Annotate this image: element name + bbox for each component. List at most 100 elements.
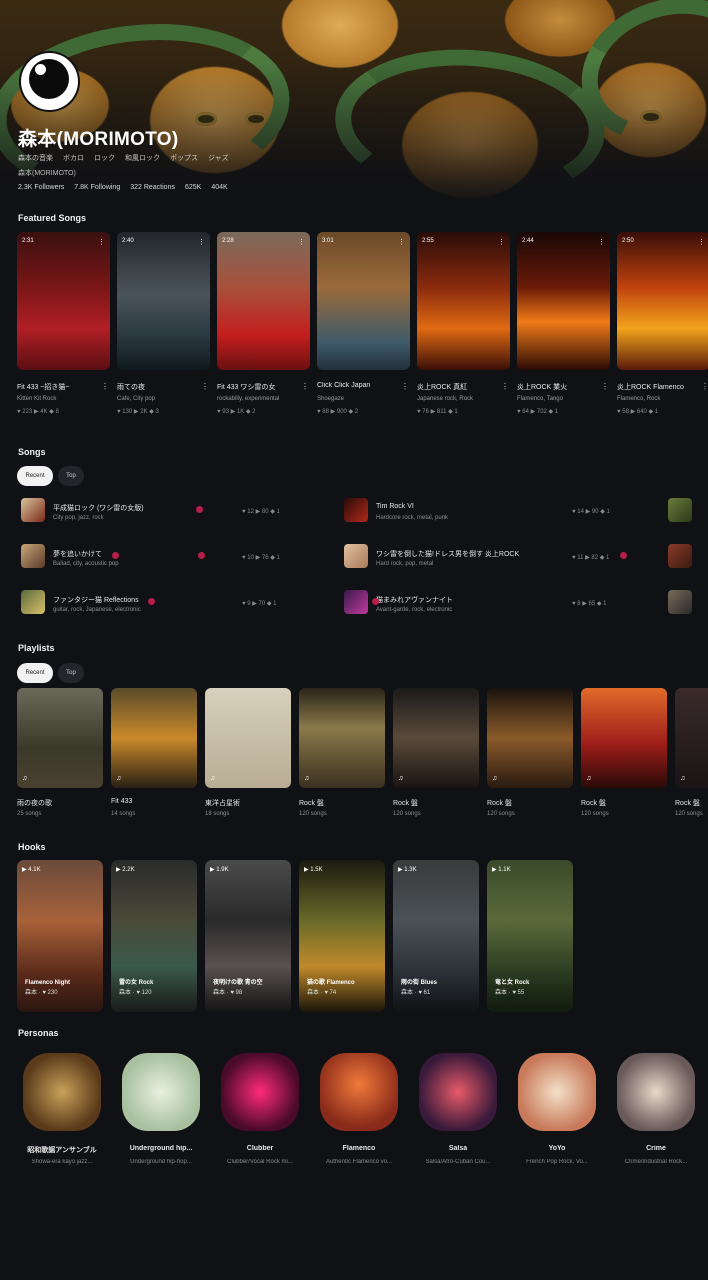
playlist-title[interactable]: Rock 盤 bbox=[581, 798, 606, 808]
playlist-title[interactable]: Fit 433 bbox=[111, 798, 132, 805]
playlist-title[interactable]: 東洋占星術 bbox=[205, 798, 240, 808]
featured-song-card[interactable]: 2:28 ⋮ bbox=[217, 232, 310, 370]
song-thumbnail[interactable] bbox=[668, 498, 692, 522]
hook-card[interactable]: ▶ 2.2K 雷の女 Rock 森本 · ♥ 120 bbox=[111, 860, 197, 1012]
playlist-title[interactable]: Rock 盤 bbox=[299, 798, 324, 808]
profile-tag[interactable]: 森本の音楽 bbox=[18, 153, 53, 163]
playlist-title[interactable]: Rock 盤 bbox=[393, 798, 418, 808]
song-thumbnail[interactable] bbox=[344, 590, 368, 614]
featured-song-card[interactable]: 2:55 ⋮ bbox=[417, 232, 510, 370]
persona-name[interactable]: Crime bbox=[611, 1145, 701, 1152]
song-title[interactable]: ファンタジー猫 Reflections bbox=[53, 595, 139, 605]
playlist-card[interactable]: ♫ bbox=[205, 688, 291, 788]
profile-tag[interactable]: ロック bbox=[94, 153, 115, 163]
playlist-title[interactable]: Rock 盤 bbox=[487, 798, 512, 808]
more-options-icon[interactable]: ⋮ bbox=[198, 238, 205, 246]
song-title[interactable]: 猫まみれアヴァンナイト bbox=[376, 595, 453, 605]
more-options-icon[interactable]: ⋮ bbox=[101, 382, 109, 391]
song-title[interactable]: ワシ雷を倒した猫!ドレス男を倒す 炎上ROCK bbox=[376, 549, 519, 559]
featured-song-card[interactable]: 3:01 ⋮ bbox=[317, 232, 410, 370]
featured-song-card[interactable]: 2:31 ⋮ bbox=[17, 232, 110, 370]
playlist-icon: ♫ bbox=[398, 775, 404, 782]
persona-name[interactable]: YoYo bbox=[512, 1145, 602, 1152]
playlist-song-count: 18 songs bbox=[205, 811, 230, 817]
playlist-card[interactable]: ♫ bbox=[17, 688, 103, 788]
hook-card[interactable]: ▶ 1.9K 夜明けの歌 青の空 森本 · ♥ 98 bbox=[205, 860, 291, 1012]
persona-name[interactable]: Salsa bbox=[413, 1145, 503, 1152]
playlist-icon: ♫ bbox=[680, 775, 686, 782]
songs-filter-top[interactable]: Top bbox=[58, 466, 84, 486]
playlist-title[interactable]: Rock 盤 bbox=[675, 798, 700, 808]
profile-tag[interactable]: 和風ロック bbox=[125, 153, 160, 163]
following-count[interactable]: 7.8K Following bbox=[74, 184, 120, 191]
playlist-icon: ♫ bbox=[22, 775, 28, 782]
song-thumbnail[interactable] bbox=[344, 498, 368, 522]
playlist-card[interactable]: ♫ bbox=[299, 688, 385, 788]
profile-tag[interactable]: ジャズ bbox=[208, 153, 229, 163]
song-thumbnail[interactable] bbox=[668, 590, 692, 614]
more-options-icon[interactable]: ⋮ bbox=[598, 238, 605, 246]
persona-avatar[interactable] bbox=[518, 1053, 596, 1131]
persona-name[interactable]: Clubber bbox=[215, 1145, 305, 1152]
persona-avatar[interactable] bbox=[320, 1053, 398, 1131]
song-title[interactable]: Tim Rock VI bbox=[376, 503, 414, 510]
songs-filter-recent[interactable]: Recent bbox=[17, 466, 53, 486]
more-options-icon[interactable]: ⋮ bbox=[601, 382, 609, 391]
more-options-icon[interactable]: ⋮ bbox=[701, 382, 708, 391]
more-options-icon[interactable]: ⋮ bbox=[401, 382, 409, 391]
more-options-icon[interactable]: ⋮ bbox=[201, 382, 209, 391]
playlist-card[interactable]: ♫ bbox=[581, 688, 667, 788]
song-thumbnail[interactable] bbox=[21, 498, 45, 522]
song-thumbnail[interactable] bbox=[21, 590, 45, 614]
song-title[interactable]: 夢を追いかけて bbox=[53, 549, 102, 559]
more-options-icon[interactable]: ⋮ bbox=[98, 238, 105, 246]
featured-song-title[interactable]: 炎上ROCK 真紅 bbox=[417, 382, 497, 392]
persona-name[interactable]: Flamenco bbox=[314, 1145, 404, 1152]
hook-play-count: ▶ 1.3K bbox=[398, 867, 417, 873]
playlist-card[interactable]: ♫ bbox=[393, 688, 479, 788]
more-options-icon[interactable]: ⋮ bbox=[298, 238, 305, 246]
persona-avatar[interactable] bbox=[23, 1053, 101, 1131]
hook-card[interactable]: ▶ 1.1K 竜と女 Rock 森本 · ♥ 55 bbox=[487, 860, 573, 1012]
playlists-filter-top[interactable]: Top bbox=[58, 663, 84, 683]
featured-song-card[interactable]: 2:40 ⋮ bbox=[117, 232, 210, 370]
hook-card[interactable]: ▶ 4.1K Flamenco Night 森本 · ♥ 230 bbox=[17, 860, 103, 1012]
featured-song-title[interactable]: Fit 433 ~招き猫~ bbox=[17, 382, 97, 392]
profile-tag[interactable]: ボカロ bbox=[63, 153, 84, 163]
song-duration: 2:28 bbox=[222, 238, 234, 244]
more-options-icon[interactable]: ⋮ bbox=[398, 238, 405, 246]
persona-avatar[interactable] bbox=[419, 1053, 497, 1131]
featured-song-title[interactable]: Fit 433 ワシ雷の女 bbox=[217, 382, 297, 392]
persona-name[interactable]: Underground hip... bbox=[116, 1145, 206, 1152]
featured-song-title[interactable]: 炎上ROCK Flamenco bbox=[617, 382, 697, 392]
featured-song-card[interactable]: 2:50 ⋮ bbox=[617, 232, 708, 370]
persona-avatar[interactable] bbox=[122, 1053, 200, 1131]
followers-count[interactable]: 2.3K Followers bbox=[18, 184, 64, 191]
song-thumbnail[interactable] bbox=[668, 544, 692, 568]
playlist-card[interactable]: ♫ bbox=[111, 688, 197, 788]
persona-avatar[interactable] bbox=[221, 1053, 299, 1131]
more-options-icon[interactable]: ⋮ bbox=[501, 382, 509, 391]
hook-card[interactable]: ▶ 1.5K 猫の歌 Flamenco 森本 · ♥ 74 bbox=[299, 860, 385, 1012]
hook-play-count: ▶ 1.1K bbox=[492, 867, 511, 873]
featured-song-title[interactable]: 雨ての夜 bbox=[117, 382, 197, 392]
song-thumbnail[interactable] bbox=[21, 544, 45, 568]
persona-name[interactable]: 昭和歌謡アンサンブル bbox=[17, 1145, 107, 1155]
playlist-card[interactable]: ♫ bbox=[487, 688, 573, 788]
profile-tag[interactable]: ポップス bbox=[170, 153, 198, 163]
playlist-card[interactable]: ♫ bbox=[675, 688, 708, 788]
song-title[interactable]: 平成猫ロック (ワシ雷の女版) bbox=[53, 503, 144, 513]
more-options-icon[interactable]: ⋮ bbox=[698, 238, 705, 246]
song-thumbnail[interactable] bbox=[344, 544, 368, 568]
featured-song-title[interactable]: Click Click Japan bbox=[317, 382, 397, 389]
featured-song-card[interactable]: 2:44 ⋮ bbox=[517, 232, 610, 370]
playlists-filter-recent[interactable]: Recent bbox=[17, 663, 53, 683]
profile-avatar[interactable] bbox=[21, 53, 78, 110]
persona-avatar[interactable] bbox=[617, 1053, 695, 1131]
more-options-icon[interactable]: ⋮ bbox=[301, 382, 309, 391]
playlist-title[interactable]: 雨の夜の歌 bbox=[17, 798, 52, 808]
more-options-icon[interactable]: ⋮ bbox=[498, 238, 505, 246]
hook-card[interactable]: ▶ 1.3K 雨の街 Blues 森本 · ♥ 61 bbox=[393, 860, 479, 1012]
featured-song-title[interactable]: 炎上ROCK 業火 bbox=[517, 382, 597, 392]
song-stats: ♥ 14 ▶ 90 ◆ 1 bbox=[572, 509, 610, 515]
